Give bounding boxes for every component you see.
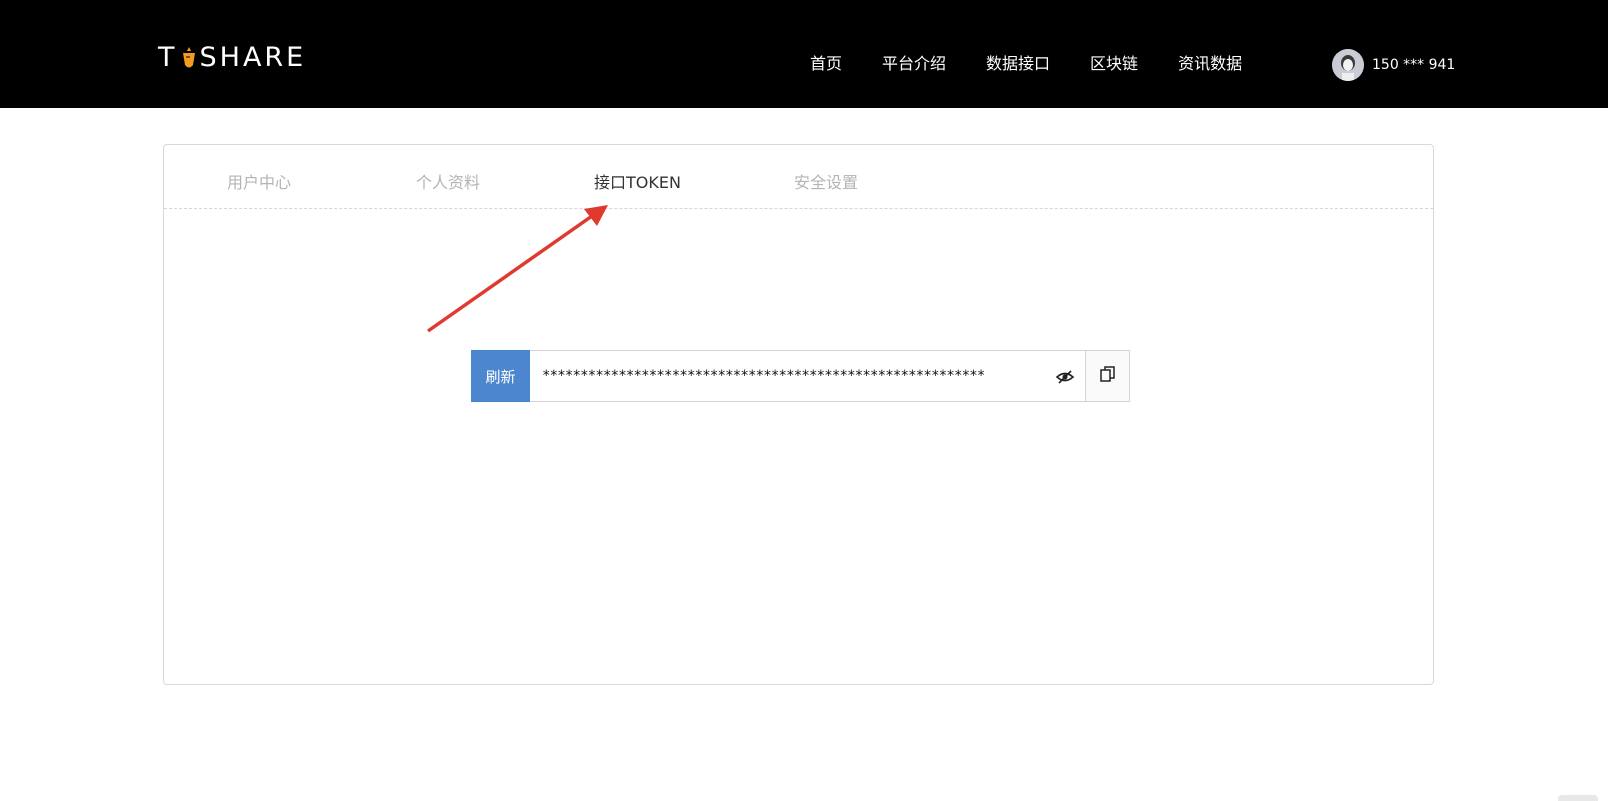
avatar [1332,49,1364,81]
main-nav: 首页 平台介绍 数据接口 区块链 资讯数据 [810,50,1282,74]
token-masked-value: ****************************************… [542,368,985,384]
nav-news-data[interactable]: 资讯数据 [1178,50,1242,74]
token-field[interactable]: ****************************************… [530,350,1085,402]
tab-api-token[interactable]: 接口TOKEN [594,169,681,193]
nav-home[interactable]: 首页 [810,50,842,74]
refresh-token-button[interactable]: 刷新 [471,350,530,402]
top-navigation-bar: T SHARE 首页 平台介绍 数据接口 区块链 资讯数据 150 *** 94… [0,0,1608,108]
token-input-group: 刷新 *************************************… [471,350,1130,402]
tab-profile[interactable]: 个人资料 [416,169,480,193]
nav-blockchain[interactable]: 区块链 [1090,50,1138,74]
tushare-logo[interactable]: T SHARE [158,41,307,73]
user-menu[interactable]: 150 *** 941 [1332,49,1455,81]
user-center-tabs: 用户中心 个人资料 接口TOKEN 安全设置 [164,145,1433,209]
scrollbar-stub[interactable] [1558,795,1598,801]
nav-platform-intro[interactable]: 平台介绍 [882,50,946,74]
copy-icon [1099,365,1117,387]
carrot-logo-icon [180,45,198,69]
user-center-panel: 用户中心 个人资料 接口TOKEN 安全设置 刷新 **************… [163,144,1434,685]
nav-data-api[interactable]: 数据接口 [986,50,1050,74]
copy-token-button[interactable] [1085,350,1130,402]
logo-letter-t: T [158,41,178,73]
tab-user-center[interactable]: 用户中心 [227,169,291,193]
tab-security-settings[interactable]: 安全设置 [794,169,858,193]
logo-letters-share: SHARE [199,41,307,73]
eye-slash-icon[interactable] [1055,367,1075,387]
user-phone-label: 150 *** 941 [1372,57,1456,73]
